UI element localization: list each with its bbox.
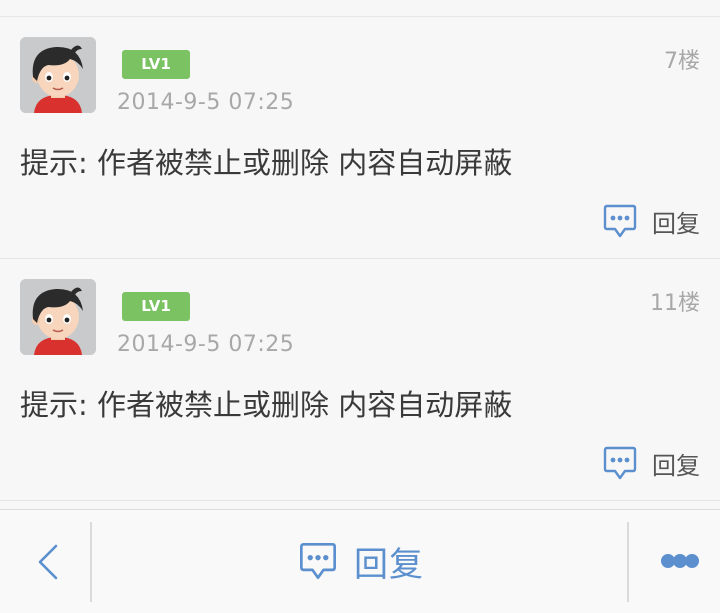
post-time: 2014-9-5 07:25 (117, 90, 295, 115)
avatar[interactable] (20, 279, 96, 355)
avatar-cartoon-icon (20, 279, 96, 355)
reply-button[interactable]: 回复 (602, 201, 700, 241)
bottom-toolbar: 回复 (0, 509, 720, 613)
reply-label: 回复 (652, 209, 700, 238)
post-content: 提示: 作者被禁止或删除 内容自动屏蔽 (20, 146, 513, 180)
post-divider (0, 500, 720, 501)
level-badge: LV1 (122, 50, 190, 79)
post-item: LV1 2014-9-5 07:25 7楼 提示: 作者被禁止或删除 内容自动屏… (0, 17, 720, 259)
chevron-left-icon (38, 544, 58, 580)
avatar-cartoon-icon (20, 37, 96, 113)
post-content: 提示: 作者被禁止或删除 内容自动屏蔽 (20, 388, 513, 422)
chat-bubble-icon (300, 543, 336, 579)
avatar[interactable] (20, 37, 96, 113)
toolbar-divider (627, 522, 629, 602)
reply-label: 回复 (652, 451, 700, 480)
reply-button[interactable]: 回复 (298, 538, 424, 585)
chat-bubble-icon (603, 446, 637, 480)
floor-number: 11楼 (650, 291, 700, 316)
more-dots-icon (661, 554, 699, 568)
toolbar-divider (90, 522, 92, 602)
reply-label: 回复 (354, 544, 424, 585)
reply-button[interactable]: 回复 (602, 443, 700, 483)
more-button[interactable] (660, 550, 700, 572)
post-item: LV1 2014-9-5 07:25 11楼 提示: 作者被禁止或删除 内容自动… (0, 259, 720, 501)
level-badge: LV1 (122, 292, 190, 321)
chat-bubble-icon (603, 204, 637, 238)
post-time: 2014-9-5 07:25 (117, 332, 295, 357)
back-button[interactable] (28, 540, 68, 584)
floor-number: 7楼 (664, 49, 700, 74)
